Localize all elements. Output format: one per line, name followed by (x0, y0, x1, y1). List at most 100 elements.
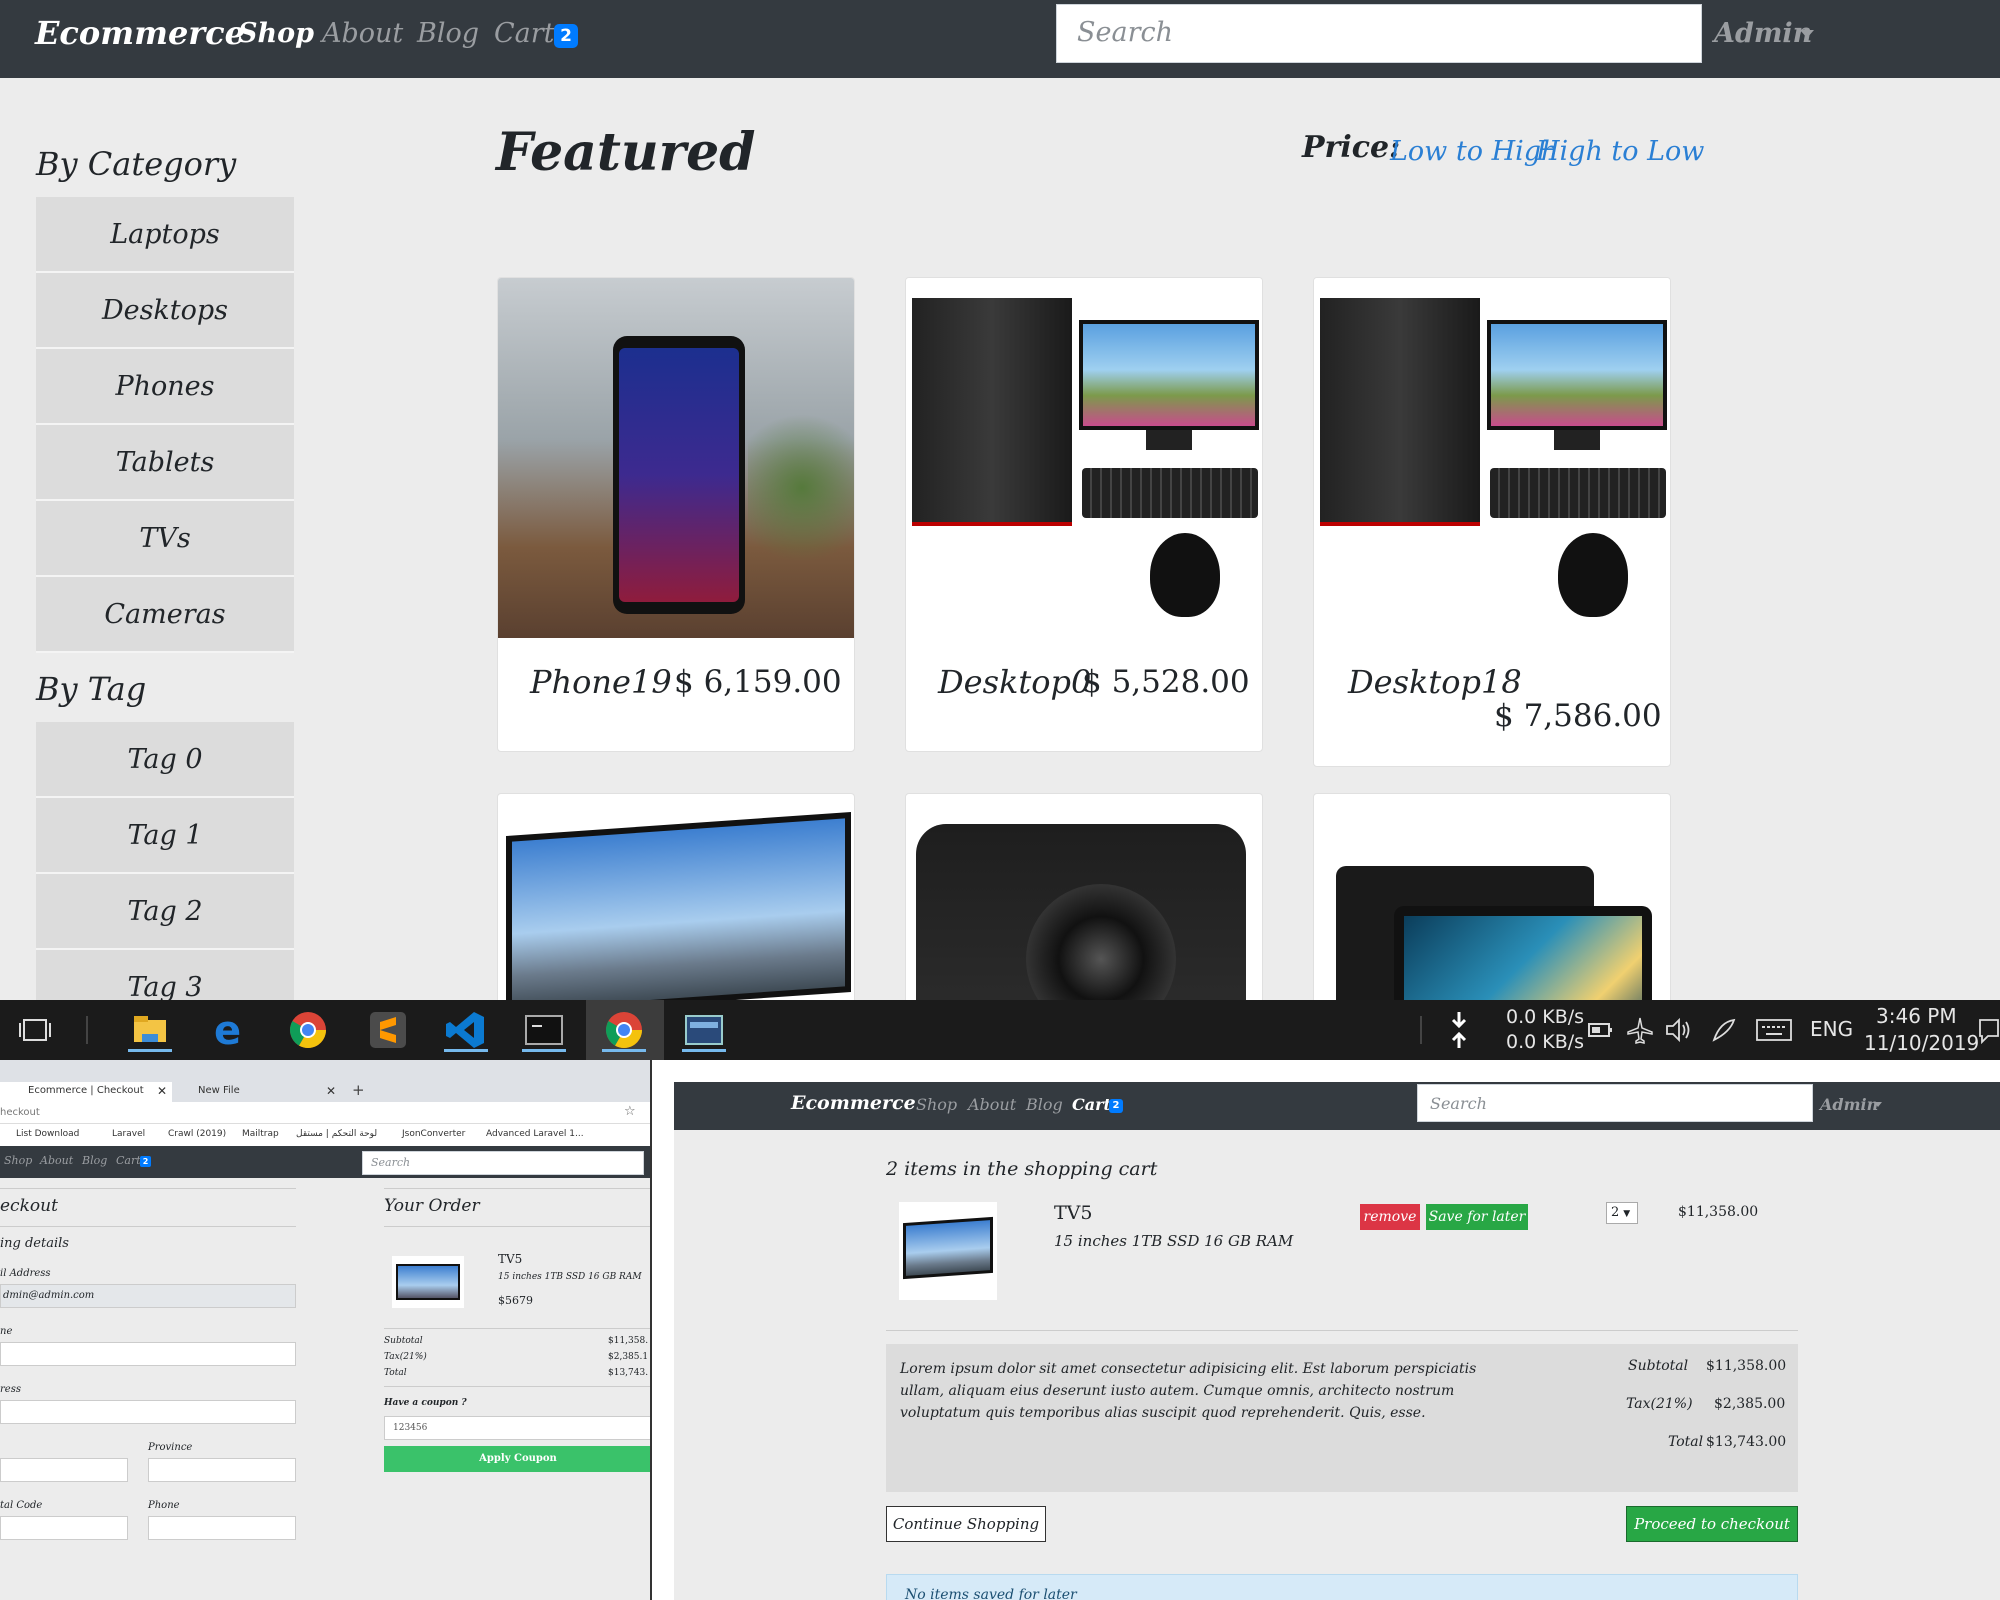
network-speed-arrows-icon (1448, 1008, 1470, 1052)
product-name[interactable]: Desktop0 (938, 663, 1091, 701)
cart-note-text: Lorem ipsum dolor sit amet consectetur a… (900, 1361, 1477, 1421)
nav-about[interactable]: About (968, 1095, 1016, 1114)
search-input[interactable]: Search (1417, 1084, 1813, 1122)
product-card[interactable] (497, 793, 855, 1000)
tag-item[interactable]: Tag 1 (36, 798, 294, 874)
brand-logo[interactable]: Ecommerce (35, 14, 245, 52)
touch-keyboard-icon[interactable] (1756, 1018, 1792, 1042)
chrome-icon[interactable] (286, 1008, 330, 1052)
product-price: $ 5,528.00 (1082, 664, 1250, 700)
tag-item[interactable]: Tag 3 (36, 950, 294, 1000)
nav-cart[interactable]: Cart (1072, 1095, 1111, 1114)
bookmark-item[interactable]: Laravel (112, 1129, 145, 1139)
apply-coupon-button[interactable]: Apply Coupon (384, 1446, 650, 1472)
chrome-icon[interactable] (602, 1008, 646, 1052)
continue-shopping-button[interactable]: Continue Shopping (886, 1506, 1046, 1542)
product-card[interactable]: Desktop0 $ 5,528.00 (905, 277, 1263, 752)
email-label: il Address (0, 1268, 51, 1279)
search-input[interactable]: Search (1056, 4, 1702, 63)
nav-shop[interactable]: Shop (4, 1154, 32, 1167)
nav-shop[interactable]: Shop (238, 18, 314, 49)
svg-text:e: e (214, 1008, 241, 1052)
product-name[interactable]: Desktop18 (1348, 663, 1522, 701)
mysql-workbench-icon[interactable] (682, 1008, 726, 1052)
category-phones[interactable]: Phones (36, 349, 294, 425)
category-desktops[interactable]: Desktops (36, 273, 294, 349)
product-price: $ 6,159.00 (674, 664, 842, 700)
name-field[interactable] (0, 1342, 296, 1366)
close-tab-icon[interactable]: ✕ (326, 1084, 336, 1098)
proceed-to-checkout-button[interactable]: Proceed to checkout (1626, 1506, 1798, 1542)
tablet-front (1394, 906, 1652, 1000)
nav-about[interactable]: About (40, 1154, 73, 1167)
terminal-icon[interactable] (522, 1008, 566, 1052)
category-tvs[interactable]: TVs (36, 501, 294, 577)
bookmark-item[interactable]: List Download (16, 1129, 79, 1139)
edge-icon[interactable]: e (208, 1008, 252, 1054)
phone-field[interactable] (148, 1516, 296, 1540)
nav-blog[interactable]: Blog (1026, 1095, 1063, 1114)
nav-cart[interactable]: Cart (494, 18, 555, 49)
volume-icon[interactable] (1664, 1016, 1694, 1044)
notification-icon[interactable] (1978, 1018, 2000, 1045)
tab-new-file[interactable]: New File ✕ (176, 1082, 340, 1102)
tag-item[interactable]: Tag 0 (36, 722, 294, 798)
city-field[interactable] (0, 1458, 128, 1482)
province-field[interactable] (148, 1458, 296, 1482)
sort-high-to-low-link[interactable]: High to Low (1536, 136, 1704, 167)
pen-icon[interactable] (1710, 1016, 1738, 1044)
nav-cart[interactable]: Cart (116, 1154, 141, 1167)
nav-blog[interactable]: Blog (82, 1154, 107, 1167)
file-explorer-icon[interactable] (128, 1008, 172, 1052)
tag-item[interactable]: Tag 2 (36, 874, 294, 950)
sort-low-to-high-link[interactable]: Low to High (1390, 136, 1558, 167)
tab-checkout[interactable]: Ecommerce | Checkout ✕ (0, 1082, 172, 1102)
remove-button[interactable]: remove (1360, 1204, 1420, 1230)
battery-icon[interactable] (1588, 1018, 1614, 1042)
product-card[interactable] (1313, 793, 1671, 1000)
vscode-icon[interactable] (444, 1008, 488, 1052)
save-for-later-button[interactable]: Save for later (1426, 1204, 1528, 1230)
email-field[interactable]: dmin@admin.com (0, 1284, 296, 1308)
bookmark-item[interactable]: Advanced Laravel 1... (486, 1129, 584, 1139)
bookmark-item[interactable]: Mailtrap (242, 1129, 279, 1139)
product-card[interactable]: Phone19 $ 6,159.00 (497, 277, 855, 752)
category-laptops[interactable]: Laptops (36, 197, 294, 273)
checkout-title: eckout (0, 1196, 58, 1216)
star-icon[interactable]: ☆ (624, 1104, 636, 1119)
subtotal-label: Subtotal (1628, 1358, 1689, 1374)
nav-about[interactable]: About (322, 18, 403, 49)
new-tab-icon[interactable]: + (352, 1081, 365, 1099)
user-menu[interactable]: Admin (1714, 18, 1812, 49)
cart-item-name[interactable]: TV5 (1054, 1202, 1092, 1224)
tv-thumbnail[interactable] (899, 1202, 997, 1300)
net-up-speed: 0.0 KB/s (1506, 1031, 1585, 1053)
input-language[interactable]: ENG (1810, 1017, 1853, 1041)
address-bar[interactable]: heckout ☆ (0, 1102, 650, 1124)
brand-logo[interactable]: Ecommerce (791, 1092, 916, 1114)
address-field[interactable] (0, 1400, 296, 1424)
mouse (1558, 533, 1628, 617)
product-card[interactable]: Desktop18 $ 7,586.00 (1313, 277, 1671, 767)
user-menu[interactable]: Admin (1820, 1095, 1878, 1114)
bookmark-item[interactable]: لوحة التحكم | مستقل (296, 1129, 377, 1139)
clock-date[interactable]: 11/10/2019 (1864, 1031, 1979, 1055)
airplane-mode-icon[interactable] (1626, 1016, 1654, 1044)
coupon-input[interactable]: 123456 (384, 1416, 650, 1440)
product-card[interactable] (905, 793, 1263, 1000)
product-name[interactable]: Phone19 (530, 663, 672, 701)
quantity-select[interactable]: 2 ▼ (1606, 1202, 1638, 1224)
sublime-text-icon[interactable] (366, 1008, 410, 1052)
clock-time[interactable]: 3:46 PM (1876, 1004, 1957, 1028)
task-view-icon[interactable] (14, 1008, 58, 1052)
bookmark-item[interactable]: JsonConverter (402, 1129, 465, 1139)
bookmark-item[interactable]: Crawl (2019) (168, 1129, 226, 1139)
close-tab-icon[interactable]: ✕ (157, 1084, 167, 1098)
nav-blog[interactable]: Blog (417, 18, 479, 49)
search-input[interactable]: Search (362, 1151, 644, 1175)
nav-shop[interactable]: Shop (916, 1095, 957, 1114)
category-cameras[interactable]: Cameras (36, 577, 294, 653)
postal-code-field[interactable] (0, 1516, 128, 1540)
monitor (1487, 320, 1667, 430)
category-tablets[interactable]: Tablets (36, 425, 294, 501)
